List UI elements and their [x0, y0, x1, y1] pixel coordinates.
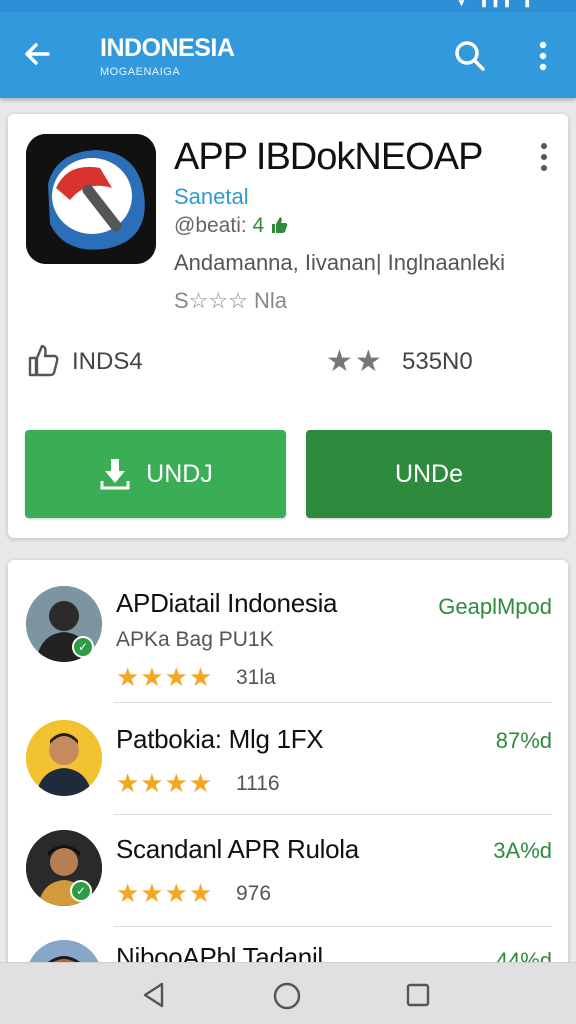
list-item[interactable]: Patbokia: Mlg 1FX ★★★★ 1116 87%d	[8, 702, 568, 812]
search-icon[interactable]	[450, 36, 490, 76]
divider	[114, 702, 552, 703]
install-button[interactable]: UNDJ	[25, 430, 286, 518]
open-button[interactable]: UNDe	[306, 430, 552, 518]
install-label: UNDJ	[146, 459, 213, 488]
list-item[interactable]: ✓ Scandanl APR Rulola ★★★★ 976 3A%d	[8, 814, 568, 924]
developer-link[interactable]: Sanetal	[174, 184, 249, 210]
rating-prefix: @beati:	[174, 214, 253, 237]
list-item-count: 1116	[236, 772, 280, 795]
avatar	[26, 720, 102, 796]
arrow-left-icon[interactable]	[18, 34, 58, 74]
page-title: INDONESIA	[100, 34, 235, 62]
card-more-icon[interactable]	[534, 140, 554, 174]
page-subtitle: MOGAENAIGA	[100, 66, 181, 78]
list-item-count: 31la	[236, 666, 276, 689]
download-icon	[100, 459, 130, 490]
nav-back-icon[interactable]	[140, 981, 168, 1009]
status-bar: ▼ ▮▮▮ ▮	[0, 0, 576, 12]
list-item-action[interactable]: GeaplMpod	[438, 594, 552, 620]
app-icon	[26, 134, 156, 264]
related-apps-list: ✓ APDiatail Indonesia APKa Bag PU1K ★★★★…	[8, 560, 568, 980]
stars-line: S☆☆☆ Nla	[174, 288, 287, 313]
downloads-count: INDS4	[72, 348, 143, 375]
rating-stars: ★★	[326, 345, 384, 378]
list-item-stars: ★★★★	[116, 878, 214, 908]
thumbs-up-icon	[272, 217, 288, 233]
category-text: Andamanna, Iivanan| Inglnaanleki	[174, 250, 506, 275]
list-item-count: 976	[236, 882, 272, 905]
divider	[114, 926, 552, 927]
system-nav-bar	[0, 962, 576, 1024]
list-item-action[interactable]: 87%d	[496, 728, 552, 754]
app-detail-card: APP IBDokNEOAP Sanetal @beati: 4 Andaman…	[8, 114, 568, 538]
open-label: UNDe	[394, 459, 464, 488]
thumbs-up-outline-icon	[28, 344, 59, 377]
list-item-title: APDiatail Indonesia	[116, 588, 338, 618]
list-item-title: Patbokia: Mlg 1FX	[116, 724, 324, 754]
verified-badge-icon: ✓	[72, 636, 94, 658]
rating-count: 535N0	[402, 348, 473, 375]
nav-home-icon[interactable]	[272, 981, 302, 1011]
list-item[interactable]: ✓ APDiatail Indonesia APKa Bag PU1K ★★★★…	[8, 560, 568, 692]
list-item-title: Scandanl APR Rulola	[116, 834, 359, 864]
status-icons: ▼ ▮▮▮ ▮	[456, 0, 536, 9]
rating-value: 4	[252, 214, 265, 237]
app-logo-icon	[26, 134, 156, 264]
rating-line: @beati: 4	[174, 214, 288, 238]
list-item-action[interactable]: 3A%d	[493, 838, 552, 864]
app-name: APP IBDokNEOAP	[174, 136, 483, 178]
person-avatar-icon	[26, 720, 102, 796]
more-vertical-icon[interactable]	[528, 36, 558, 76]
list-item-stars: ★★★★	[116, 662, 214, 692]
list-item-subtitle: APKa Bag PU1K	[116, 628, 274, 651]
divider	[114, 814, 552, 815]
list-item-stars: ★★★★	[116, 768, 214, 798]
app-bar: INDONESIA MOGAENAIGA	[0, 12, 576, 98]
verified-badge-icon: ✓	[70, 880, 92, 902]
nav-recent-icon[interactable]	[404, 981, 432, 1009]
